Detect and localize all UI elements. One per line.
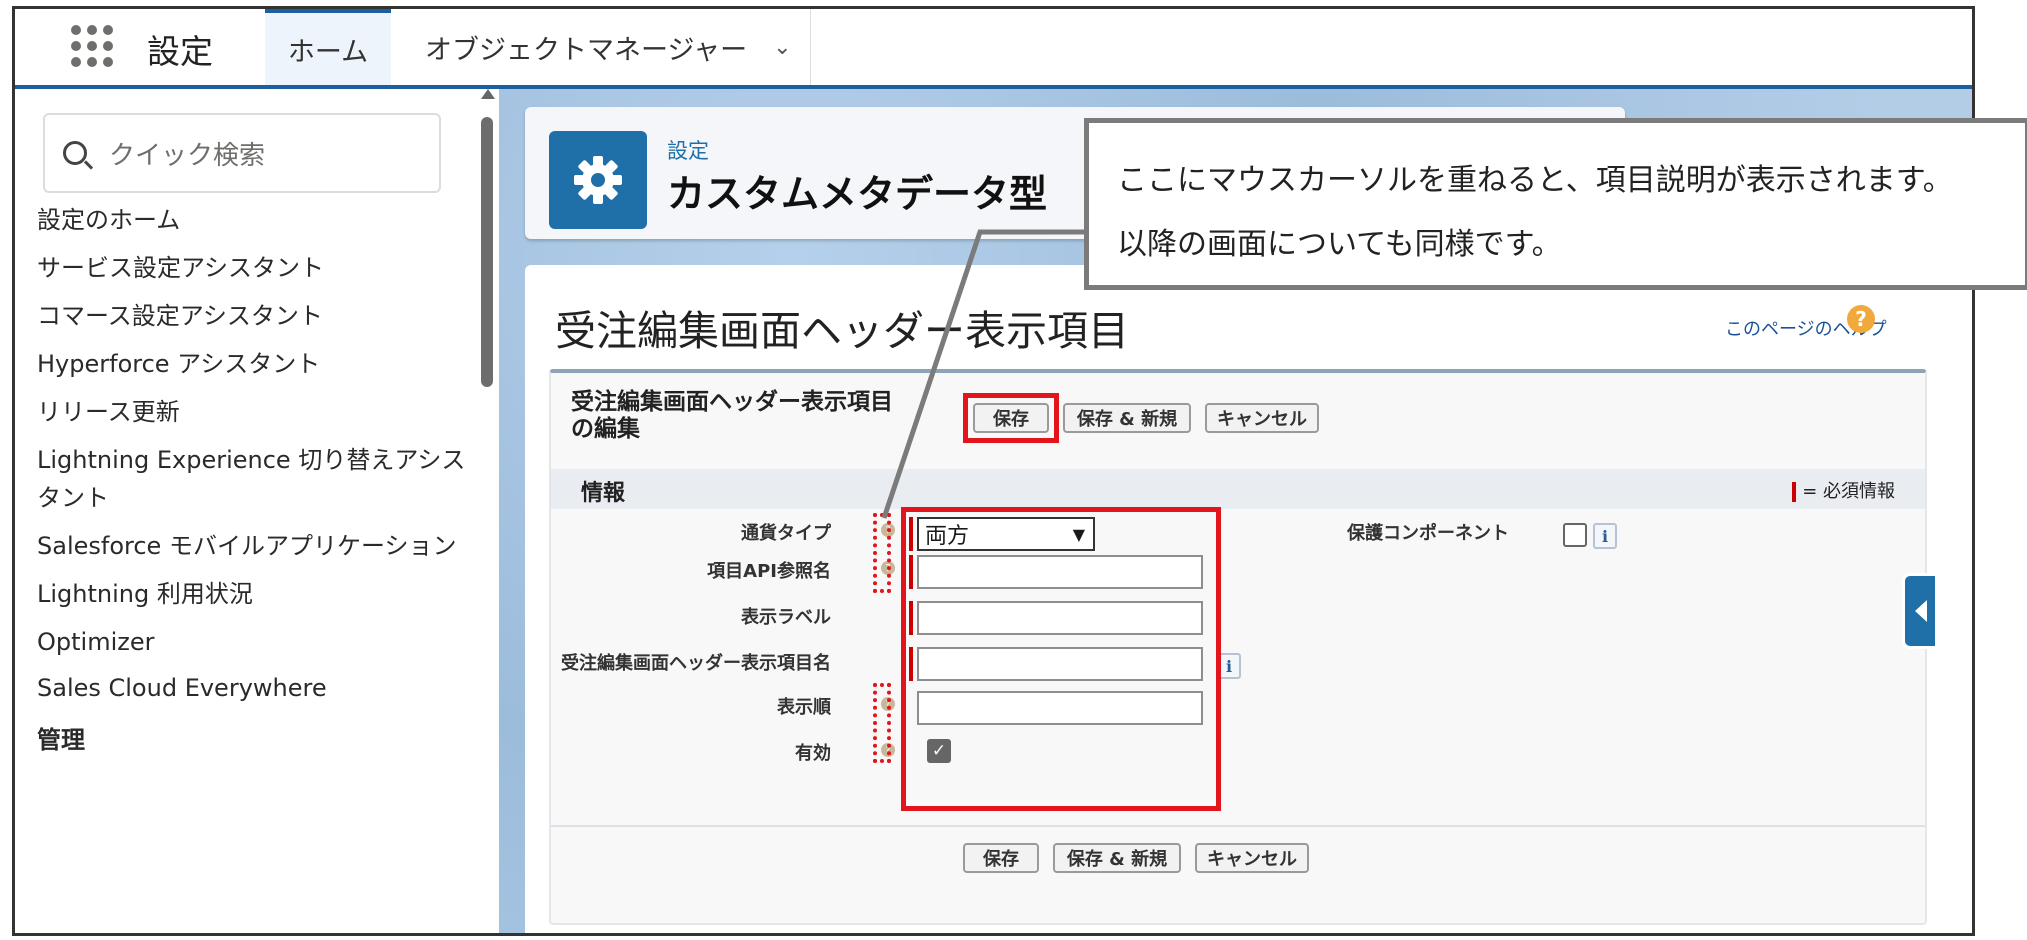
global-header: 設定 ホーム オブジェクトマネージャー ⌄: [15, 9, 1972, 89]
setup-sidebar: クイック検索 設定のホーム サービス設定アシスタント コマース設定アシスタント …: [15, 89, 499, 933]
protected-component-label: 保護コンポーネント: [1347, 523, 1509, 544]
cancel-button-bottom[interactable]: キャンセル: [1195, 843, 1309, 873]
save-new-button[interactable]: 保存 & 新規: [1063, 403, 1191, 433]
sidebar-item-optimizer[interactable]: Optimizer: [37, 623, 154, 661]
sidebar-item-hyperforce[interactable]: Hyperforce アシスタント: [37, 345, 320, 383]
display-label-label: 表示ラベル: [741, 607, 831, 628]
edit-block-title-line2: の編集: [571, 416, 640, 442]
scrollbar-thumb[interactable]: [481, 117, 493, 387]
active-label: 有効: [795, 743, 831, 764]
protected-component-checkbox[interactable]: [1563, 523, 1587, 547]
sidebar-item-salesforce-mobile[interactable]: Salesforce モバイルアプリケーション: [37, 527, 456, 565]
sidebar-item-setup-home[interactable]: 設定のホーム: [37, 201, 180, 239]
chevron-down-icon[interactable]: ⌄: [773, 35, 791, 60]
quick-find-placeholder: クイック検索: [109, 140, 266, 171]
save-new-button-bottom[interactable]: 保存 & 新規: [1053, 843, 1181, 873]
edit-page-block: 受注編集画面ヘッダー表示項目 の編集 保存 保存 & 新規 キャンセル 情報 =…: [549, 369, 1927, 925]
protected-component-info-icon[interactable]: i: [1593, 523, 1617, 549]
section-header-info: 情報 = 必須情報: [551, 469, 1925, 509]
collapse-panel-tab[interactable]: [1902, 573, 1938, 649]
annotation-line2: 以降の画面についても同様です。: [1117, 227, 1562, 262]
sidebar-item-lightning-transition[interactable]: Lightning Experience 切り替えアシス: [37, 441, 465, 479]
cancel-button[interactable]: キャンセル: [1205, 403, 1319, 433]
tab-object-manager[interactable]: オブジェクトマネージャー ⌄: [391, 9, 811, 85]
sidebar-item-lightning-usage[interactable]: Lightning 利用状況: [37, 575, 253, 613]
tab-home[interactable]: ホーム: [265, 9, 391, 85]
quick-find-input[interactable]: クイック検索: [43, 113, 441, 193]
sidebar-item-sales-cloud-everywhere[interactable]: Sales Cloud Everywhere: [37, 669, 327, 707]
header-title: カスタムメタデータ型: [667, 172, 1048, 216]
sidebar-section-admin: 管理: [37, 726, 85, 754]
api-name-label: 項目API参照名: [707, 561, 831, 582]
fields-highlight-box: [901, 507, 1221, 811]
sidebar-scrollbar[interactable]: [479, 89, 495, 933]
help-icon[interactable]: ?: [1847, 305, 1875, 333]
required-legend-text: = 必須情報: [1802, 481, 1895, 502]
search-icon: [63, 141, 87, 165]
annotation-line1: ここにマウスカーソルを重ねると、項目説明が表示されます。: [1117, 163, 1953, 198]
save-button-bottom[interactable]: 保存: [963, 843, 1039, 873]
content-panel: 受注編集画面ヘッダー表示項目 このページのヘルプ ? 受注編集画面ヘッダー表示項…: [525, 265, 1972, 933]
section-title: 情報: [581, 481, 626, 506]
app-title: 設定: [147, 32, 213, 71]
currency-type-label: 通貨タイプ: [741, 523, 831, 544]
required-marker: [1792, 482, 1797, 502]
scroll-up-arrow-icon[interactable]: [481, 89, 495, 99]
header-field-name-label: 受注編集画面ヘッダー表示項目名: [561, 653, 831, 674]
gear-icon: [549, 131, 647, 229]
display-order-label: 表示順: [777, 697, 831, 718]
edit-block-title: 受注編集画面ヘッダー表示項目 の編集: [571, 389, 941, 443]
block-bottom-separator: [551, 825, 1925, 827]
header-subtitle: 設定: [667, 139, 709, 163]
tab-object-manager-label: オブジェクトマネージャー: [425, 34, 748, 66]
required-legend: = 必須情報: [1792, 477, 1895, 503]
sidebar-item-lightning-transition-cont[interactable]: タント: [37, 479, 109, 517]
page-title: 受注編集画面ヘッダー表示項目: [555, 307, 1129, 355]
sidebar-item-service-setup[interactable]: サービス設定アシスタント: [37, 249, 324, 287]
app-launcher-icon[interactable]: [71, 25, 113, 67]
annotation-callout: ここにマウスカーソルを重ねると、項目説明が表示されます。 以降の画面についても同…: [1084, 118, 2027, 290]
save-button-highlight: [963, 393, 1059, 443]
edit-block-title-line1: 受注編集画面ヘッダー表示項目: [571, 389, 893, 415]
help-icon-highlight-top: [873, 513, 891, 593]
sidebar-item-release-updates[interactable]: リリース更新: [37, 393, 180, 431]
sidebar-item-commerce-setup[interactable]: コマース設定アシスタント: [37, 297, 323, 335]
help-icon-highlight-bottom: [873, 683, 891, 763]
